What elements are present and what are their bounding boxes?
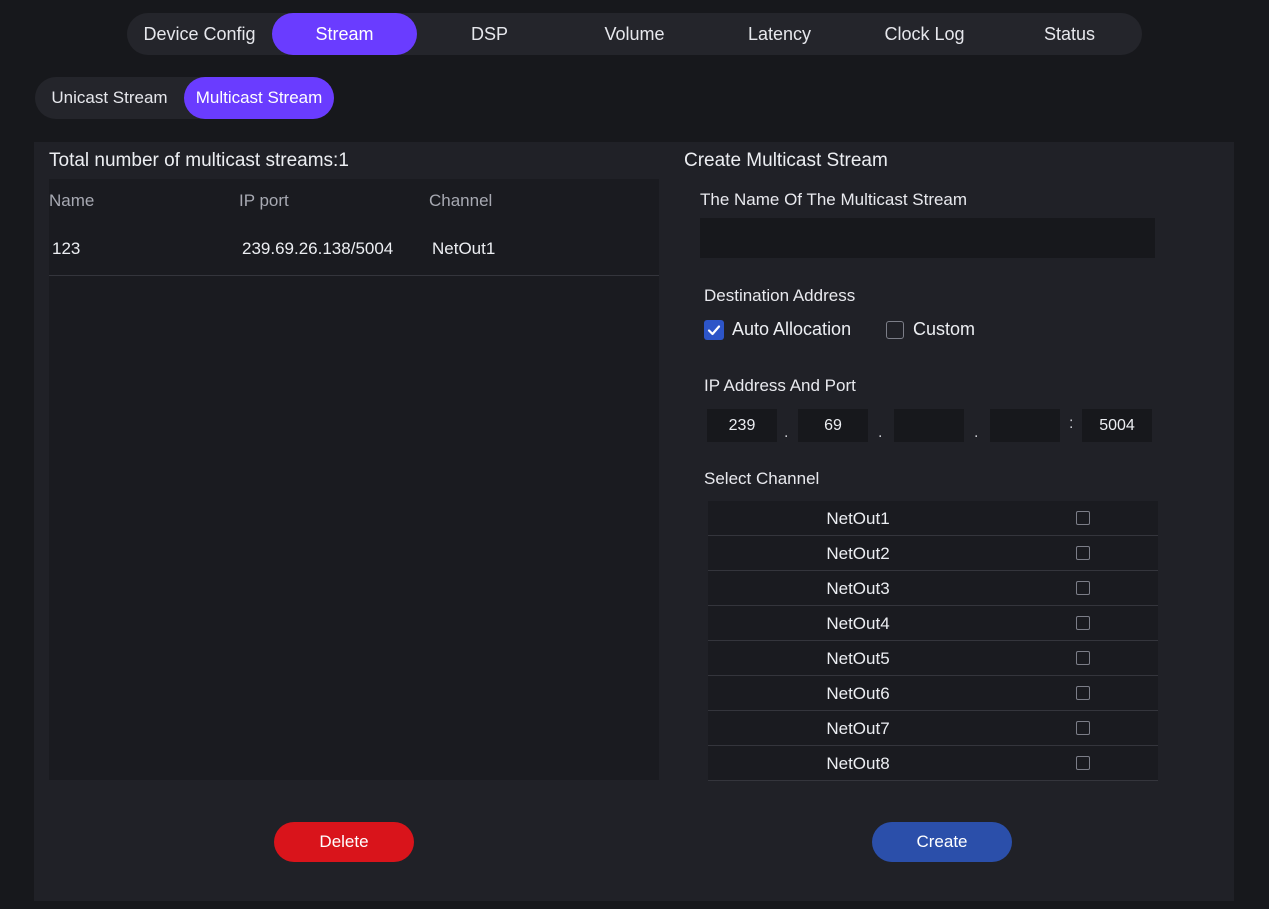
channel-checkbox[interactable]: [1076, 546, 1090, 560]
ip-dot-separator: .: [878, 424, 883, 441]
ip-colon-separator: :: [1069, 415, 1074, 432]
sub-tab-bar: Unicast Stream Multicast Stream: [35, 77, 334, 119]
destination-address-label: Destination Address: [704, 286, 856, 305]
channel-name: NetOut7: [826, 719, 890, 738]
channel-checkbox[interactable]: [1076, 721, 1090, 735]
tab-status[interactable]: Status: [997, 13, 1142, 55]
ip-dot-separator: .: [974, 424, 979, 441]
stream-name-input[interactable]: [700, 218, 1155, 258]
port-input[interactable]: 5004: [1082, 409, 1152, 442]
channel-row[interactable]: NetOut5: [708, 641, 1158, 676]
total-streams-label: Total number of multicast streams:1: [49, 150, 349, 171]
ip-dot-separator: .: [784, 424, 789, 441]
channel-row[interactable]: NetOut6: [708, 676, 1158, 711]
channel-checkbox[interactable]: [1076, 511, 1090, 525]
channel-name: NetOut1: [826, 509, 890, 528]
ip-octet-2-input[interactable]: 69: [798, 409, 868, 442]
channel-name: NetOut4: [826, 614, 890, 633]
table-row[interactable]: 123 239.69.26.138/5004 NetOut1: [49, 223, 659, 276]
custom-option[interactable]: Custom: [886, 319, 975, 340]
channel-row[interactable]: NetOut8: [708, 746, 1158, 781]
channel-row[interactable]: NetOut3: [708, 571, 1158, 606]
auto-allocation-label: Auto Allocation: [732, 319, 852, 339]
custom-checkbox[interactable]: [886, 320, 904, 339]
channel-checkbox[interactable]: [1076, 651, 1090, 665]
ip-octet-4-input[interactable]: [990, 409, 1060, 442]
row-ip-port: 239.69.26.138/5004: [242, 239, 394, 258]
channel-name: NetOut3: [826, 579, 890, 598]
channel-name: NetOut5: [826, 649, 890, 668]
tab-latency[interactable]: Latency: [707, 13, 852, 55]
top-tab-bar: Device Config Stream DSP Volume Latency …: [127, 13, 1142, 55]
channel-name: NetOut8: [826, 754, 890, 773]
channel-checkbox[interactable]: [1076, 686, 1090, 700]
header-channel: Channel: [429, 191, 493, 210]
channel-row[interactable]: NetOut4: [708, 606, 1158, 641]
auto-allocation-checkbox[interactable]: [704, 319, 724, 340]
create-title: Create Multicast Stream: [684, 150, 888, 171]
ip-octet-1-input[interactable]: 239: [707, 409, 777, 442]
delete-button[interactable]: Delete: [274, 822, 414, 862]
stream-table: Name IP port Channel 123 239.69.26.138/5…: [49, 179, 659, 780]
tab-multicast-stream[interactable]: Multicast Stream: [184, 77, 334, 119]
channel-checkbox[interactable]: [1076, 756, 1090, 770]
table-header: Name IP port Channel: [49, 179, 659, 223]
tab-volume[interactable]: Volume: [562, 13, 707, 55]
header-ip-port: IP port: [239, 191, 289, 210]
create-button[interactable]: Create: [872, 822, 1012, 862]
select-channel-label: Select Channel: [704, 469, 820, 488]
channel-row[interactable]: NetOut1: [708, 501, 1158, 536]
channel-row[interactable]: NetOut2: [708, 536, 1158, 571]
header-name: Name: [49, 191, 95, 210]
tab-stream[interactable]: Stream: [272, 13, 417, 55]
auto-allocation-option[interactable]: Auto Allocation: [704, 319, 851, 340]
ip-octet-3-input[interactable]: [894, 409, 964, 442]
custom-label: Custom: [913, 319, 976, 339]
channel-name: NetOut6: [826, 684, 890, 703]
tab-clock-log[interactable]: Clock Log: [852, 13, 997, 55]
tab-device-config[interactable]: Device Config: [127, 13, 272, 55]
tab-dsp[interactable]: DSP: [417, 13, 562, 55]
channel-name: NetOut2: [826, 544, 890, 563]
tab-unicast-stream[interactable]: Unicast Stream: [35, 77, 184, 119]
multicast-panel: Total number of multicast streams:1 Name…: [34, 142, 1234, 901]
channel-row[interactable]: NetOut7: [708, 711, 1158, 746]
row-name: 123: [52, 239, 81, 258]
channel-checkbox[interactable]: [1076, 616, 1090, 630]
ip-address-port-label: IP Address And Port: [704, 376, 856, 395]
stream-name-label: The Name Of The Multicast Stream: [700, 190, 968, 209]
channel-table: NetOut1 NetOut2 NetOut3 NetOut4 NetOut5 …: [708, 501, 1158, 781]
channel-checkbox[interactable]: [1076, 581, 1090, 595]
check-icon: [707, 324, 721, 335]
row-channel: NetOut1: [432, 239, 496, 258]
